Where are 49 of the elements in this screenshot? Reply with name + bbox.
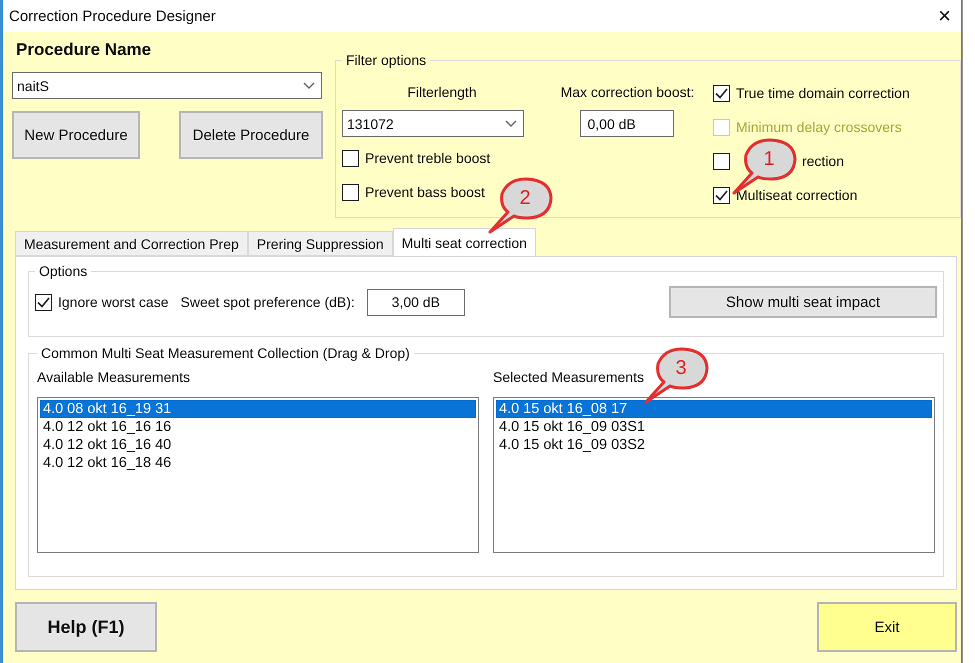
help-button[interactable]: Help (F1) <box>15 602 157 652</box>
field-label: Max correction boost: <box>560 84 696 102</box>
section-heading: Procedure Name <box>16 40 152 60</box>
tab[interactable]: Multi seat correction <box>392 228 536 256</box>
callout-bubble: 2 <box>488 176 554 234</box>
new-button[interactable]: New Procedure <box>12 111 140 159</box>
procedure-dropdown[interactable]: naitS <box>12 72 322 99</box>
show-impact-button[interactable]: Show multi seat impact <box>669 286 937 318</box>
checkbox-label: Prevent treble boost <box>364 150 490 166</box>
checkbox-label: Prevent bass boost <box>364 184 485 200</box>
field-label: Sweet spot preference (dB): <box>180 294 355 310</box>
list-item[interactable]: 4.0 08 okt 16_19 31 <box>40 400 476 418</box>
checkbox[interactable] <box>35 294 52 310</box>
checkbox[interactable] <box>342 184 359 200</box>
filterlength-dropdown[interactable]: 131072 <box>342 110 524 137</box>
close-button[interactable]: × <box>938 3 951 29</box>
checkbox-label: rection <box>802 153 844 169</box>
checkbox-label: Multiseat correction <box>736 187 858 203</box>
checkbox-label: True time domain correction <box>736 85 910 101</box>
boost-field[interactable]: 0,00 dB <box>580 110 674 137</box>
list-item[interactable]: 4.0 15 okt 16_09 03S2 <box>496 436 932 454</box>
checkbox[interactable] <box>342 150 359 166</box>
group-title: Options <box>38 263 88 279</box>
list-title: Available Measurements <box>37 369 190 387</box>
list-item[interactable]: 4.0 15 okt 16_08 17 <box>496 400 932 418</box>
tab[interactable]: Prering Suppression <box>248 231 393 256</box>
list-item[interactable]: 4.0 15 okt 16_09 03S1 <box>496 418 932 436</box>
list-title: Selected Measurements <box>493 369 644 387</box>
list-item[interactable]: 4.0 12 okt 16_16 16 <box>40 418 476 436</box>
sweet-spot-field[interactable]: 3,00 dB <box>366 288 465 316</box>
checkbox[interactable] <box>712 84 730 102</box>
checkbox[interactable] <box>712 186 730 204</box>
list-item[interactable]: 4.0 12 okt 16_16 40 <box>40 436 476 454</box>
measurement-list[interactable]: 4.0 15 okt 16_08 17 4.0 15 okt 16_09 03S1 4.0 15 okt 16_09 03S2 <box>493 397 935 553</box>
exit-button[interactable]: Exit <box>817 602 957 652</box>
group-title: Common Multi Seat Measurement Collection (Drag & Drop) <box>40 345 411 361</box>
measurement-list[interactable]: 4.0 08 okt 16_19 31 4.0 12 okt 16_16 16 4.0 12 okt 16_16 40 4.0 12 okt 16_18 46 <box>37 397 479 553</box>
checkbox[interactable] <box>712 152 730 170</box>
window-title: Correction Procedure Designer <box>9 8 216 24</box>
caret-icon <box>504 120 517 128</box>
group-title: Filter options <box>344 52 428 68</box>
delete-button[interactable]: Delete Procedure <box>178 111 323 159</box>
checkbox-label: Ignore worst case <box>58 294 168 310</box>
tab[interactable]: Measurement and Correction Prep <box>15 231 248 256</box>
caret-icon <box>303 82 315 90</box>
list-item[interactable]: 4.0 12 okt 16_18 46 <box>40 454 476 472</box>
field-label: Filterlength <box>406 84 478 102</box>
callout-bubble: 3 <box>644 346 710 404</box>
checkbox-label: Minimum delay crossovers <box>736 119 902 135</box>
